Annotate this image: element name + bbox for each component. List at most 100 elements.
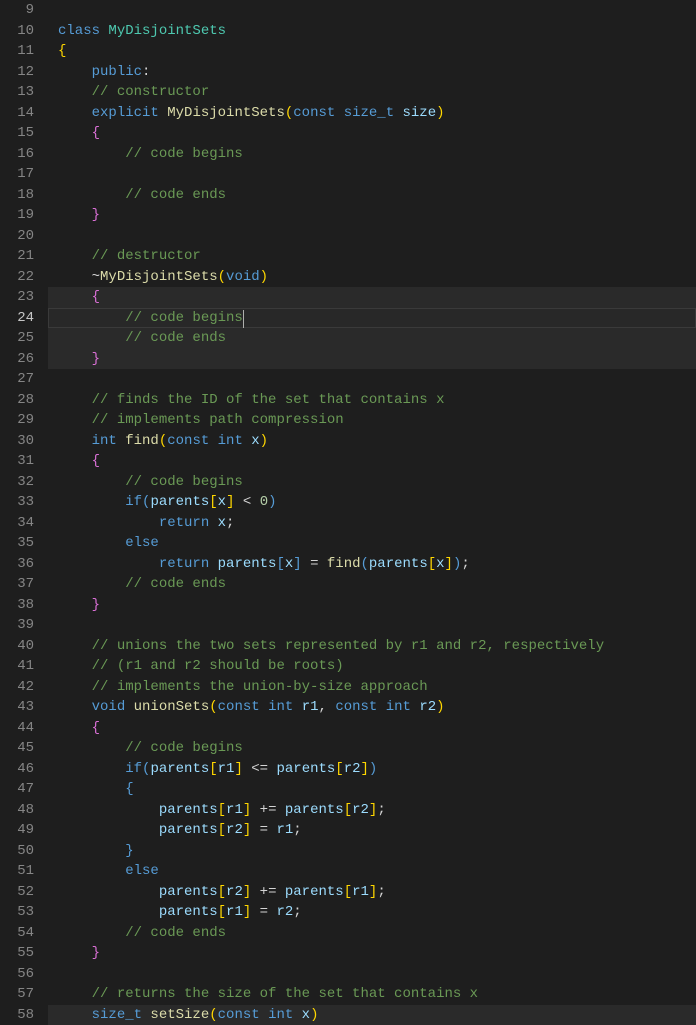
code-line[interactable]: // code begins xyxy=(48,472,696,493)
code-line[interactable]: } xyxy=(48,595,696,616)
line-number: 18 xyxy=(8,185,34,206)
code-line[interactable]: // code begins xyxy=(48,738,696,759)
line-number: 20 xyxy=(8,226,34,247)
line-number: 34 xyxy=(8,513,34,534)
line-number: 55 xyxy=(8,943,34,964)
line-number: 23 xyxy=(8,287,34,308)
code-line[interactable]: parents[r1] = r2; xyxy=(48,902,696,923)
line-number: 47 xyxy=(8,779,34,800)
line-number: 44 xyxy=(8,718,34,739)
code-line[interactable]: // finds the ID of the set that contains… xyxy=(48,390,696,411)
code-line[interactable]: explicit MyDisjointSets(const size_t siz… xyxy=(48,103,696,124)
line-number: 40 xyxy=(8,636,34,657)
line-number: 39 xyxy=(8,615,34,636)
code-line[interactable]: // code ends xyxy=(48,574,696,595)
line-number: 52 xyxy=(8,882,34,903)
line-number: 46 xyxy=(8,759,34,780)
code-line[interactable]: else xyxy=(48,533,696,554)
line-number: 38 xyxy=(8,595,34,616)
line-number: 58 xyxy=(8,1005,34,1025)
line-number: 54 xyxy=(8,923,34,944)
line-number: 37 xyxy=(8,574,34,595)
line-number: 57 xyxy=(8,984,34,1005)
line-number: 49 xyxy=(8,820,34,841)
code-line[interactable]: { xyxy=(48,451,696,472)
line-number: 24 xyxy=(8,308,34,329)
code-line[interactable] xyxy=(48,615,696,636)
line-number: 25 xyxy=(8,328,34,349)
code-line[interactable] xyxy=(48,226,696,247)
code-line[interactable]: // (r1 and r2 should be roots) xyxy=(48,656,696,677)
code-line[interactable]: { xyxy=(48,287,696,308)
line-number: 27 xyxy=(8,369,34,390)
line-number: 12 xyxy=(8,62,34,83)
line-number: 10 xyxy=(8,21,34,42)
code-area[interactable]: class MyDisjointSets{ public: // constru… xyxy=(48,0,696,1024)
line-number: 14 xyxy=(8,103,34,124)
code-line[interactable]: parents[r1] += parents[r2]; xyxy=(48,800,696,821)
code-line[interactable]: } xyxy=(48,205,696,226)
code-line[interactable]: // implements path compression xyxy=(48,410,696,431)
line-number: 56 xyxy=(8,964,34,985)
code-line[interactable]: if(parents[x] < 0) xyxy=(48,492,696,513)
code-line[interactable]: size_t setSize(const int x) xyxy=(48,1005,696,1025)
line-number: 43 xyxy=(8,697,34,718)
line-number: 50 xyxy=(8,841,34,862)
text-cursor xyxy=(243,310,244,328)
line-number: 9 xyxy=(8,0,34,21)
code-line[interactable]: parents[r2] += parents[r1]; xyxy=(48,882,696,903)
line-number: 51 xyxy=(8,861,34,882)
code-line[interactable]: // constructor xyxy=(48,82,696,103)
code-line[interactable]: parents[r2] = r1; xyxy=(48,820,696,841)
code-line[interactable]: { xyxy=(48,718,696,739)
code-line[interactable]: // code ends xyxy=(48,185,696,206)
code-line[interactable]: return x; xyxy=(48,513,696,534)
code-line[interactable] xyxy=(48,964,696,985)
code-line[interactable]: } xyxy=(48,841,696,862)
code-line[interactable]: // code ends xyxy=(48,328,696,349)
code-line[interactable]: { xyxy=(48,41,696,62)
code-line[interactable]: // implements the union-by-size approach xyxy=(48,677,696,698)
code-line[interactable]: { xyxy=(48,123,696,144)
code-line[interactable]: } xyxy=(48,943,696,964)
line-number: 45 xyxy=(8,738,34,759)
code-line[interactable]: return parents[x] = find(parents[x]); xyxy=(48,554,696,575)
code-line[interactable]: // code begins xyxy=(48,144,696,165)
code-line[interactable]: else xyxy=(48,861,696,882)
code-line[interactable] xyxy=(48,164,696,185)
line-number: 21 xyxy=(8,246,34,267)
line-number: 11 xyxy=(8,41,34,62)
line-number: 48 xyxy=(8,800,34,821)
code-line[interactable]: // code ends xyxy=(48,923,696,944)
line-number: 53 xyxy=(8,902,34,923)
code-line[interactable]: // code begins xyxy=(48,308,696,329)
line-number: 26 xyxy=(8,349,34,370)
line-number: 16 xyxy=(8,144,34,165)
code-line[interactable]: ~MyDisjointSets(void) xyxy=(48,267,696,288)
code-line[interactable]: // returns the size of the set that cont… xyxy=(48,984,696,1005)
line-number: 19 xyxy=(8,205,34,226)
line-number: 35 xyxy=(8,533,34,554)
line-number: 31 xyxy=(8,451,34,472)
line-number: 30 xyxy=(8,431,34,452)
line-number: 32 xyxy=(8,472,34,493)
line-number-gutter: 9101112131415161718192021222324252627282… xyxy=(0,0,48,1024)
code-line[interactable]: class MyDisjointSets xyxy=(48,21,696,42)
code-editor[interactable]: 9101112131415161718192021222324252627282… xyxy=(0,0,696,1024)
code-line[interactable]: public: xyxy=(48,62,696,83)
code-line[interactable] xyxy=(48,0,696,21)
code-line[interactable]: // destructor xyxy=(48,246,696,267)
line-number: 36 xyxy=(8,554,34,575)
code-line[interactable]: // unions the two sets represented by r1… xyxy=(48,636,696,657)
line-number: 28 xyxy=(8,390,34,411)
line-number: 17 xyxy=(8,164,34,185)
line-number: 42 xyxy=(8,677,34,698)
line-number: 41 xyxy=(8,656,34,677)
code-line[interactable]: int find(const int x) xyxy=(48,431,696,452)
code-line[interactable]: { xyxy=(48,779,696,800)
code-line[interactable]: if(parents[r1] <= parents[r2]) xyxy=(48,759,696,780)
line-number: 22 xyxy=(8,267,34,288)
code-line[interactable] xyxy=(48,369,696,390)
code-line[interactable]: void unionSets(const int r1, const int r… xyxy=(48,697,696,718)
code-line[interactable]: } xyxy=(48,349,696,370)
